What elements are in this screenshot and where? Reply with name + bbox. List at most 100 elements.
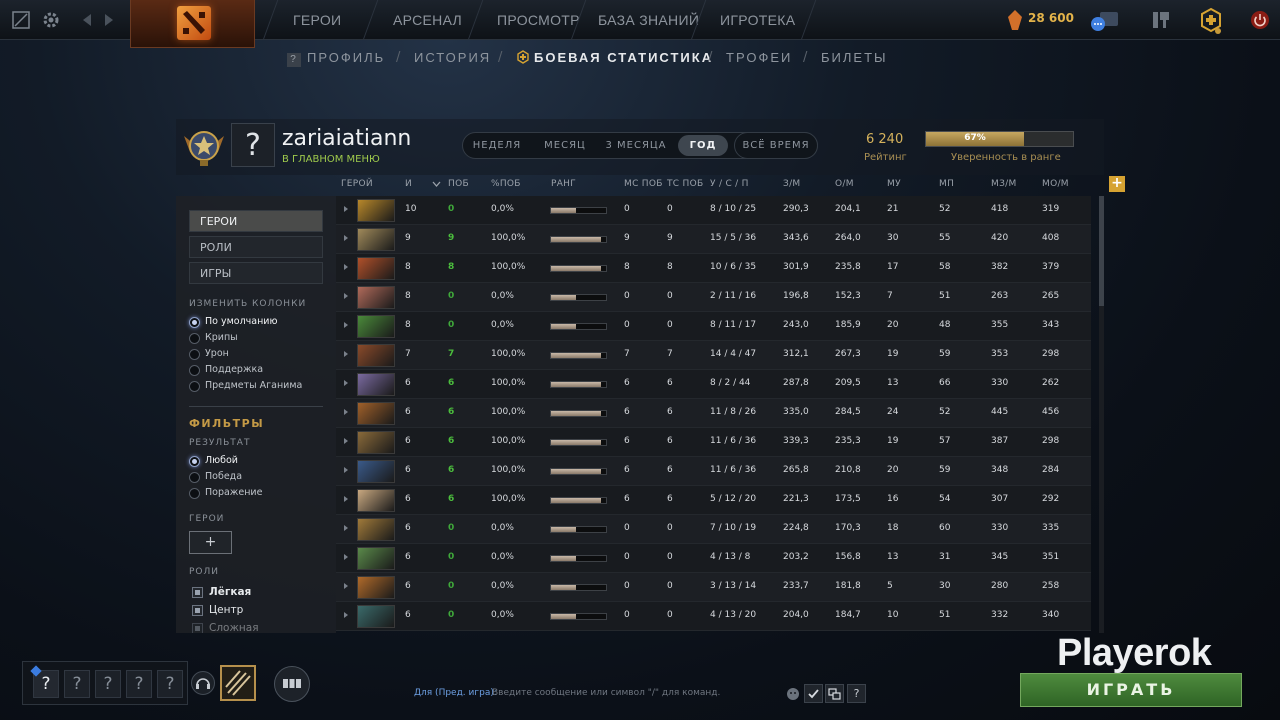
subnav-profile[interactable]: ? ПРОФИЛЬ [287, 50, 385, 67]
nav-knowledge-base[interactable]: БАЗА ЗНАНИЙ [598, 0, 699, 40]
add-column-button[interactable]: + [1109, 176, 1125, 192]
hero-portrait[interactable] [357, 605, 395, 628]
chat-confirm-button[interactable] [804, 684, 823, 703]
table-row[interactable]: 9 9 100,0% 9 9 15 / 5 / 36 343,6 264,0 30 55 420 40… [336, 225, 1091, 254]
subnav-tickets[interactable]: БИЛЕТЫ [821, 50, 888, 65]
armory-icon[interactable] [1150, 9, 1172, 31]
period-year[interactable]: ГОД [678, 135, 728, 156]
hero-portrait[interactable] [357, 315, 395, 338]
chat-channel-label[interactable]: Для (Пред. игра): [414, 688, 497, 698]
col-gpm[interactable]: З/М [783, 179, 800, 189]
add-hero-filter-button[interactable]: + [189, 531, 232, 554]
hero-portrait[interactable] [357, 547, 395, 570]
battle-pass-card-button[interactable] [220, 665, 256, 701]
col-rank[interactable]: РАНГ [551, 179, 576, 189]
hero-portrait[interactable] [357, 257, 395, 280]
hero-portrait[interactable] [357, 373, 395, 396]
chat-input[interactable]: Введите сообщение или символ "/" для ком… [492, 688, 720, 698]
col-xpm[interactable]: О/М [835, 179, 854, 189]
chat-bubble-icon[interactable] [1090, 8, 1120, 32]
expand-row-icon[interactable] [344, 235, 348, 241]
lobby-button[interactable] [274, 666, 310, 702]
subnav-combat-stats[interactable]: БОЕВАЯ СТАТИСТИКА [516, 50, 713, 65]
table-row[interactable]: 6 0 0,0% 0 0 3 / 13 / 14 233,7 181,8 5 30 280 258 [336, 573, 1091, 602]
expand-row-icon[interactable] [344, 525, 348, 531]
chat-help-button[interactable]: ? [847, 684, 866, 703]
period-month[interactable]: МЕСЯЦ [537, 133, 593, 158]
dashboard-icon[interactable] [11, 10, 31, 30]
subnav-trophies[interactable]: ТРОФЕИ [726, 50, 792, 65]
nav-arcade[interactable]: ИГРОТЕКА [720, 0, 795, 40]
nav-watch[interactable]: ПРОСМОТР [497, 0, 580, 40]
expand-row-icon[interactable] [344, 322, 348, 328]
expand-row-icon[interactable] [344, 583, 348, 589]
col-wins[interactable]: ПОБ [448, 179, 469, 189]
power-icon[interactable] [1250, 9, 1270, 31]
col-denies[interactable]: МП [939, 179, 954, 189]
col-mvp[interactable]: МС ПОБ [624, 179, 663, 189]
sidebar-tab-heroes[interactable]: ГЕРОИ [189, 210, 323, 232]
nav-heroes[interactable]: ГЕРОИ [293, 0, 341, 40]
table-row[interactable]: 6 6 100,0% 6 6 8 / 2 / 44 287,8 209,5 13 66 330 262 [336, 370, 1091, 399]
hero-portrait[interactable] [357, 286, 395, 309]
subnav-history[interactable]: ИСТОРИЯ [414, 50, 491, 65]
col-max-gpm[interactable]: МЗ/М [991, 179, 1017, 189]
sidebar-tab-games[interactable]: ИГРЫ [189, 262, 323, 284]
dota-logo-tab[interactable] [130, 0, 255, 48]
expand-row-icon[interactable] [344, 409, 348, 415]
table-row[interactable]: 10 0 0,0% 0 0 8 / 10 / 25 290,3 204,1 21 52 418 319 [336, 196, 1091, 225]
table-row[interactable]: 8 0 0,0% 0 0 8 / 11 / 17 243,0 185,9 20 48 355 343 [336, 312, 1091, 341]
table-row[interactable]: 6 0 0,0% 0 0 4 / 13 / 20 204,0 184,7 10 51 332 340 [336, 602, 1091, 631]
col-games[interactable]: И [405, 179, 412, 189]
col-kda[interactable]: У / С / П [710, 179, 749, 189]
forward-arrow-icon[interactable] [98, 10, 118, 30]
period-3-months[interactable]: 3 МЕСЯЦА [603, 133, 669, 158]
col-hero[interactable]: ГЕРОЙ [341, 179, 373, 189]
period-all-time[interactable]: ВСЁ ВРЕМЯ [734, 132, 818, 159]
expand-row-icon[interactable] [344, 380, 348, 386]
col-max-xpm[interactable]: МО/М [1042, 179, 1069, 189]
expand-row-icon[interactable] [344, 438, 348, 444]
table-row[interactable]: 6 6 100,0% 6 6 11 / 6 / 36 265,8 210,8 20 59 348 28… [336, 457, 1091, 486]
expand-row-icon[interactable] [344, 467, 348, 473]
hero-portrait[interactable] [357, 576, 395, 599]
table-scrollbar[interactable] [1099, 196, 1104, 633]
table-row[interactable]: 6 0 0,0% 0 0 4 / 13 / 8 203,2 156,8 13 31 345 351 [336, 544, 1091, 573]
table-row[interactable]: 8 0 0,0% 0 0 2 / 11 / 16 196,8 152,3 7 51 263 265 [336, 283, 1091, 312]
hero-portrait[interactable] [357, 199, 395, 222]
avatar[interactable]: ? [231, 123, 275, 167]
hero-portrait[interactable] [357, 518, 395, 541]
party-slot[interactable]: ? [95, 670, 121, 698]
hero-portrait[interactable] [357, 489, 395, 512]
table-row[interactable]: 7 7 100,0% 7 7 14 / 4 / 47 312,1 267,3 19 59 353 29… [336, 341, 1091, 370]
col-last-hits[interactable]: МУ [887, 179, 901, 189]
chat-translate-button[interactable] [825, 684, 844, 703]
hero-portrait[interactable] [357, 460, 395, 483]
table-row[interactable]: 8 8 100,0% 8 8 10 / 6 / 35 301,9 235,8 17 58 382 37… [336, 254, 1091, 283]
expand-row-icon[interactable] [344, 264, 348, 270]
table-row[interactable]: 6 6 100,0% 6 6 11 / 8 / 26 335,0 284,5 24 52 445 45… [336, 399, 1091, 428]
sort-desc-icon[interactable] [432, 181, 441, 187]
expand-row-icon[interactable] [344, 206, 348, 212]
expand-row-icon[interactable] [344, 554, 348, 560]
party-slot[interactable]: ? [157, 670, 183, 698]
expand-row-icon[interactable] [344, 612, 348, 618]
scrollbar-thumb[interactable] [1099, 196, 1104, 306]
expand-row-icon[interactable] [344, 351, 348, 357]
dota-plus-icon[interactable] [1198, 7, 1224, 35]
emoticon-icon[interactable] [786, 687, 800, 701]
back-arrow-icon[interactable] [78, 10, 98, 30]
hero-portrait[interactable] [357, 431, 395, 454]
hero-portrait[interactable] [357, 228, 395, 251]
col-top-core[interactable]: ТС ПОБ [667, 179, 703, 189]
expand-row-icon[interactable] [344, 496, 348, 502]
voice-chat-button[interactable] [191, 671, 215, 695]
currency-display[interactable]: 28 600 [1006, 9, 1074, 31]
table-row[interactable]: 6 6 100,0% 6 6 5 / 12 / 20 221,3 173,5 16 54 307 29… [336, 486, 1091, 515]
sidebar-tab-roles[interactable]: РОЛИ [189, 236, 323, 258]
gear-icon[interactable] [41, 10, 61, 30]
expand-row-icon[interactable] [344, 293, 348, 299]
period-week[interactable]: НЕДЕЛЯ [469, 133, 525, 158]
party-slot[interactable]: ? [64, 670, 90, 698]
play-button[interactable]: ИГРАТЬ [1020, 673, 1242, 707]
